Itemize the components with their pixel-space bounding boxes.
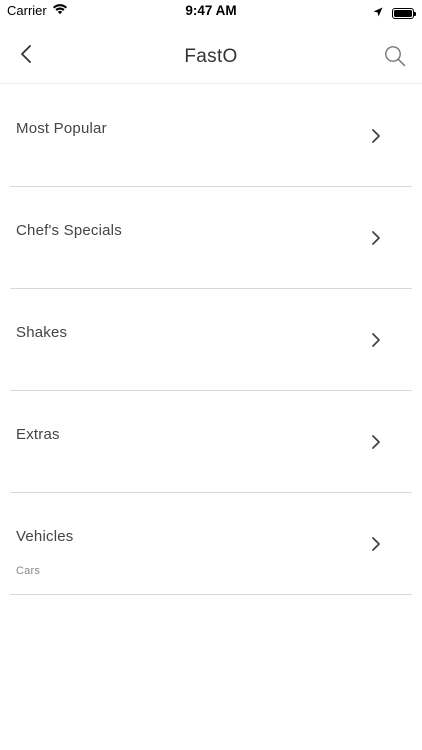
list-item-subtitle: Cars bbox=[16, 565, 41, 577]
list-item-label: Vehicles bbox=[16, 528, 74, 545]
list-item-chefs-specials[interactable]: Chef's Specials bbox=[0, 187, 422, 289]
status-bar: Carrier 9:47 AM bbox=[0, 0, 422, 22]
search-button[interactable] bbox=[384, 45, 408, 69]
chevron-right-icon bbox=[370, 230, 382, 246]
list-item-label: Chef's Specials bbox=[16, 222, 122, 239]
list-item-shakes[interactable]: Shakes bbox=[0, 289, 422, 391]
chevron-right-icon bbox=[370, 536, 382, 552]
list-item-label: Extras bbox=[16, 426, 60, 443]
search-icon bbox=[384, 46, 406, 71]
page-title: FastO bbox=[184, 46, 238, 67]
chevron-right-icon bbox=[370, 434, 382, 450]
category-list: Most Popular Chef's Specials Shakes Extr… bbox=[0, 85, 422, 595]
status-time: 9:47 AM bbox=[185, 3, 237, 18]
battery-level bbox=[394, 9, 412, 17]
list-item-most-popular[interactable]: Most Popular bbox=[0, 85, 422, 187]
list-item-extras[interactable]: Extras bbox=[0, 391, 422, 493]
navigation-bar: FastO bbox=[0, 22, 422, 84]
list-item-vehicles[interactable]: Vehicles Cars bbox=[0, 493, 422, 595]
list-item-label: Most Popular bbox=[16, 120, 107, 137]
location-arrow-icon bbox=[373, 4, 383, 22]
divider bbox=[10, 594, 412, 595]
list-item-label: Shakes bbox=[16, 324, 68, 341]
chevron-right-icon bbox=[370, 332, 382, 348]
battery-icon bbox=[392, 7, 416, 19]
chevron-right-icon bbox=[370, 128, 382, 144]
status-right-group bbox=[373, 4, 416, 22]
